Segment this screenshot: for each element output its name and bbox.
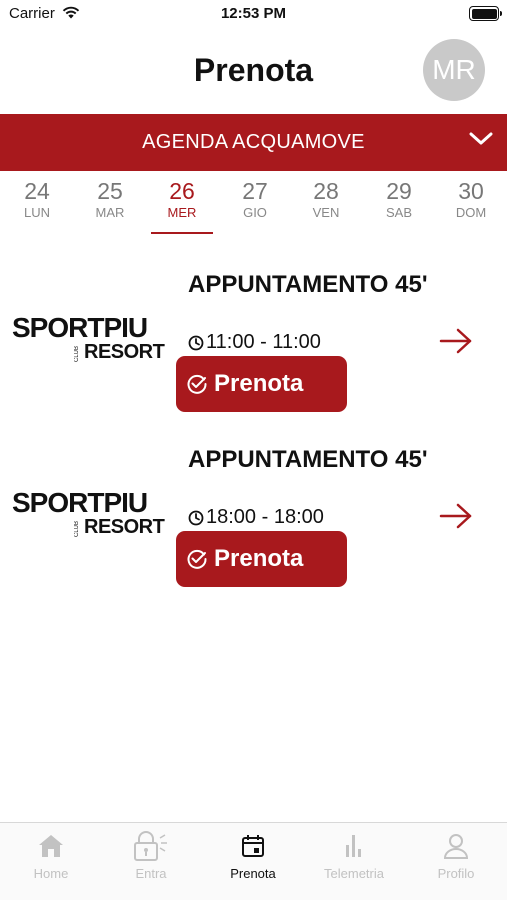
battery-icon <box>469 6 502 21</box>
logo-club: CLUB <box>74 520 80 537</box>
user-icon <box>443 834 469 859</box>
appointment-time: 18:00 - 18:00 <box>206 506 324 528</box>
day-number: 30 <box>458 178 484 204</box>
tab-label: Profilo <box>437 866 475 881</box>
calendar-icon <box>242 835 264 857</box>
logo-club: CLUB <box>74 345 80 362</box>
logo-sportpiu: SPORTPIU <box>12 312 148 343</box>
status-bar: Carrier 12:53 PM <box>0 0 507 30</box>
tab-home[interactable]: Home <box>1 831 101 881</box>
book-button[interactable]: Prenota <box>176 531 347 587</box>
book-button-label: Prenota <box>214 370 304 397</box>
check-circle-icon <box>187 549 207 569</box>
clock-icon <box>188 510 204 525</box>
day-selector: 24 LUN 25 MAR 26 MER 27 GIO 28 VEN 29 SA… <box>0 176 507 236</box>
day-number: 29 <box>386 178 412 204</box>
appointment-time: 11:00 - 11:00 <box>206 331 321 353</box>
tab-entra[interactable]: Entra <box>101 831 201 881</box>
club-logo: SPORTPIU CLUB RESORT <box>12 488 168 548</box>
agenda-selector[interactable]: AGENDA ACQUAMOVE <box>0 114 507 171</box>
bar-chart-icon <box>346 835 361 857</box>
tab-label: Telemetria <box>324 866 384 881</box>
day-item[interactable]: 25 MAR <box>80 176 140 234</box>
day-item[interactable]: 27 GIO <box>225 176 285 234</box>
day-item-selected[interactable]: 26 MER <box>151 176 213 234</box>
clock-icon <box>188 335 204 350</box>
day-name: VEN <box>312 205 340 220</box>
day-item[interactable]: 29 SAB <box>369 176 429 234</box>
day-name: GIO <box>243 205 267 220</box>
appointment-title: APPUNTAMENTO 45' <box>188 271 428 298</box>
check-circle-icon <box>187 374 207 394</box>
agenda-label: AGENDA ACQUAMOVE <box>142 131 365 153</box>
day-number: 27 <box>242 178 268 204</box>
tab-prenota[interactable]: Prenota <box>203 831 303 881</box>
logo-resort: RESORT <box>84 516 165 538</box>
club-logo: SPORTPIU CLUB RESORT <box>12 313 168 373</box>
appointment-card: SPORTPIU CLUB RESORT APPUNTAMENTO 45' 18… <box>0 440 507 600</box>
tab-label: Home <box>33 866 69 881</box>
day-number: 26 <box>169 178 195 204</box>
home-icon <box>39 835 63 857</box>
book-button-label: Prenota <box>214 545 304 572</box>
day-name: SAB <box>385 205 412 220</box>
day-name: MAR <box>95 205 125 220</box>
appointment-title: APPUNTAMENTO 45' <box>188 446 428 473</box>
day-number: 24 <box>24 178 50 204</box>
day-name: LUN <box>23 205 50 220</box>
lock-icon <box>134 831 167 861</box>
tab-telemetria[interactable]: Telemetria <box>304 831 404 881</box>
battery-level <box>471 8 497 19</box>
day-name: DOM <box>455 205 487 220</box>
status-time: 12:53 PM <box>220 5 287 22</box>
logo-sportpiu: SPORTPIU <box>12 487 148 518</box>
tab-label: Prenota <box>230 866 276 881</box>
day-item[interactable]: 28 VEN <box>296 176 356 234</box>
arrow-right-icon[interactable] <box>439 328 473 354</box>
avatar[interactable]: MR <box>423 39 485 101</box>
appointment-time-row: 18:00 - 18:00 <box>188 506 324 529</box>
day-number: 25 <box>97 178 123 204</box>
tab-profilo[interactable]: Profilo <box>406 831 506 881</box>
chevron-down-icon <box>469 132 493 145</box>
tab-label: Entra <box>135 866 167 881</box>
day-name: MER <box>167 205 197 220</box>
logo-resort: RESORT <box>84 341 165 363</box>
arrow-right-icon[interactable] <box>439 503 473 529</box>
tab-bar: Home Entra Prenota Telemetria Profilo <box>0 822 507 900</box>
day-number: 28 <box>313 178 339 204</box>
appointment-card: SPORTPIU CLUB RESORT APPUNTAMENTO 45' 11… <box>0 265 507 425</box>
book-button[interactable]: Prenota <box>176 356 347 412</box>
appointment-time-row: 11:00 - 11:00 <box>188 331 321 354</box>
day-item[interactable]: 24 LUN <box>7 176 67 234</box>
day-item[interactable]: 30 DOM <box>441 176 501 234</box>
